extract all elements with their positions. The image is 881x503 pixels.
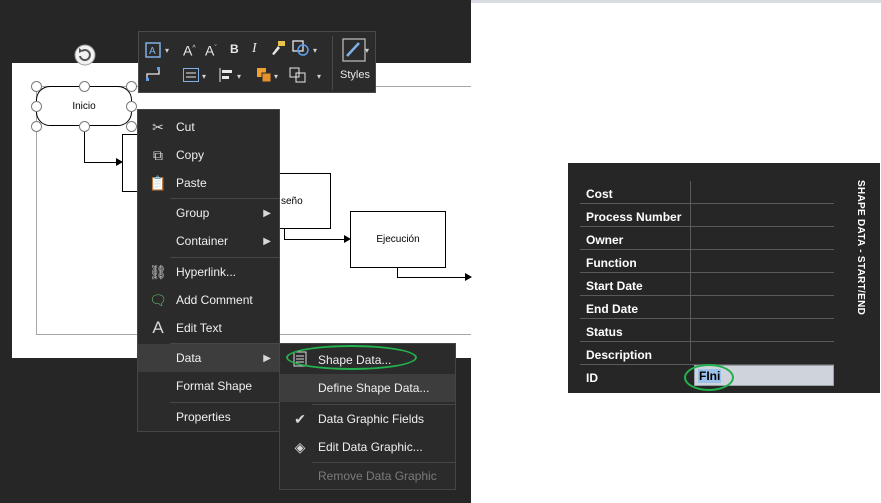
text-box-icon[interactable]: A bbox=[145, 42, 161, 60]
resize-handle[interactable] bbox=[31, 81, 42, 92]
resize-handle[interactable] bbox=[126, 81, 137, 92]
chevron-right-icon: ▶ bbox=[263, 352, 271, 364]
chevron-down-icon[interactable]: ▾ bbox=[313, 46, 317, 55]
text-icon: A bbox=[152, 318, 164, 337]
resize-handle[interactable] bbox=[31, 121, 42, 132]
chevron-down-icon[interactable]: ▾ bbox=[237, 72, 241, 81]
connector-icon[interactable] bbox=[145, 66, 161, 84]
position-icon[interactable] bbox=[219, 68, 235, 86]
mini-toolbar: A ▾ A^ Aˇ B I ▾ ▾ ▾ ▾ ▾ ▾ Styles bbox=[138, 31, 376, 93]
shape-data-row-end-date[interactable]: End Date bbox=[580, 296, 834, 319]
rotate-handle-icon[interactable] bbox=[74, 44, 96, 66]
connector-line[interactable] bbox=[284, 239, 344, 240]
shape-data-title: SHAPE DATA - START/END bbox=[855, 180, 866, 316]
italic-icon[interactable]: I bbox=[252, 40, 257, 58]
format-painter-icon[interactable] bbox=[270, 40, 286, 58]
checkmark-icon: ✔ bbox=[294, 410, 306, 427]
shape-data-row-function[interactable]: Function bbox=[580, 250, 834, 273]
resize-handle[interactable] bbox=[31, 101, 42, 112]
menu-item-container[interactable]: Container ▶ bbox=[138, 227, 279, 255]
shape-data-panel: Cost Process Number Owner Function Start… bbox=[568, 163, 880, 393]
connector-line[interactable] bbox=[397, 277, 467, 278]
menu-item-paste[interactable]: 📋 Paste bbox=[138, 169, 279, 197]
link-icon: ⛓ bbox=[149, 263, 167, 280]
shape-label: seño bbox=[281, 195, 303, 207]
chevron-down-icon[interactable]: ▾ bbox=[274, 72, 278, 81]
context-menu: ✂ Cut ⧉ Copy 📋 Paste Group ▶ Container ▶… bbox=[137, 109, 280, 432]
align-text-icon[interactable] bbox=[183, 68, 199, 86]
resize-handle[interactable] bbox=[126, 121, 137, 132]
paste-icon: 📋 bbox=[149, 174, 167, 191]
chevron-down-icon[interactable]: ▾ bbox=[365, 46, 369, 55]
shape-data-row-cost[interactable]: Cost bbox=[580, 181, 834, 204]
svg-text:A: A bbox=[149, 46, 156, 57]
menu-item-add-comment[interactable]: 🗨 Add Comment bbox=[138, 286, 279, 314]
menu-item-cut[interactable]: ✂ Cut bbox=[138, 113, 279, 141]
chevron-right-icon: ▶ bbox=[263, 207, 271, 219]
menu-item-properties[interactable]: Properties bbox=[138, 403, 279, 431]
resize-handle[interactable] bbox=[79, 81, 90, 92]
menu-item-edit-data-graphic[interactable]: ◈ Edit Data Graphic... bbox=[280, 433, 455, 461]
scissors-icon: ✂ bbox=[152, 118, 164, 135]
bold-icon[interactable]: B bbox=[230, 40, 239, 58]
terminator-shape-inicio[interactable]: Inicio bbox=[36, 86, 132, 126]
chevron-right-icon: ▶ bbox=[263, 235, 271, 247]
menu-item-hyperlink[interactable]: ⛓ Hyperlink... bbox=[138, 258, 279, 286]
increase-font-icon[interactable]: A^ bbox=[183, 40, 196, 59]
arrowhead bbox=[465, 273, 472, 281]
resize-handle[interactable] bbox=[126, 101, 137, 112]
chevron-down-icon[interactable]: ▾ bbox=[202, 72, 206, 81]
line-color-icon[interactable] bbox=[289, 67, 307, 85]
shape-icon[interactable] bbox=[292, 40, 310, 58]
shape-data-row-start-date[interactable]: Start Date bbox=[580, 273, 834, 296]
column-divider bbox=[690, 181, 691, 361]
menu-item-copy[interactable]: ⧉ Copy bbox=[138, 141, 279, 169]
highlight-ellipse bbox=[684, 364, 734, 391]
shape-label: Ejecución bbox=[376, 234, 420, 245]
copy-icon: ⧉ bbox=[153, 146, 163, 163]
styles-label[interactable]: Styles bbox=[335, 69, 375, 81]
menu-item-data[interactable]: Data ▶ bbox=[138, 344, 279, 372]
menu-item-format-shape[interactable]: Format Shape bbox=[138, 372, 279, 400]
process-shape-ejecucion[interactable]: Ejecución bbox=[350, 211, 446, 268]
menu-item-remove-data-graphic: Remove Data Graphic bbox=[318, 469, 437, 483]
divider bbox=[471, 0, 881, 3]
menu-item-define-shape-data[interactable]: Define Shape Data... bbox=[280, 374, 455, 402]
menu-item-group[interactable]: Group ▶ bbox=[138, 199, 279, 227]
shape-data-row-process-number[interactable]: Process Number bbox=[580, 204, 834, 227]
chevron-down-icon[interactable]: ▾ bbox=[165, 46, 169, 55]
comment-icon: 🗨 bbox=[149, 291, 167, 308]
decrease-font-icon[interactable]: Aˇ bbox=[205, 40, 217, 59]
styles-icon[interactable] bbox=[342, 38, 366, 64]
menu-item-edit-text[interactable]: A Edit Text bbox=[138, 314, 279, 342]
chevron-down-icon[interactable]: ▾ bbox=[317, 72, 321, 81]
shape-label: Inicio bbox=[72, 100, 96, 112]
fill-color-icon[interactable] bbox=[256, 67, 272, 85]
menu-item-data-graphic-fields[interactable]: ✔ Data Graphic Fields bbox=[280, 405, 455, 433]
shape-data-row-description[interactable]: Description bbox=[580, 342, 834, 365]
toolbar-divider bbox=[332, 36, 333, 90]
connector-line[interactable] bbox=[84, 162, 120, 163]
shape-data-row-owner[interactable]: Owner bbox=[580, 227, 834, 250]
highlight-ellipse bbox=[286, 345, 417, 370]
data-graphic-icon: ◈ bbox=[294, 438, 306, 455]
resize-handle[interactable] bbox=[79, 121, 90, 132]
shape-data-row-status[interactable]: Status bbox=[580, 319, 834, 342]
